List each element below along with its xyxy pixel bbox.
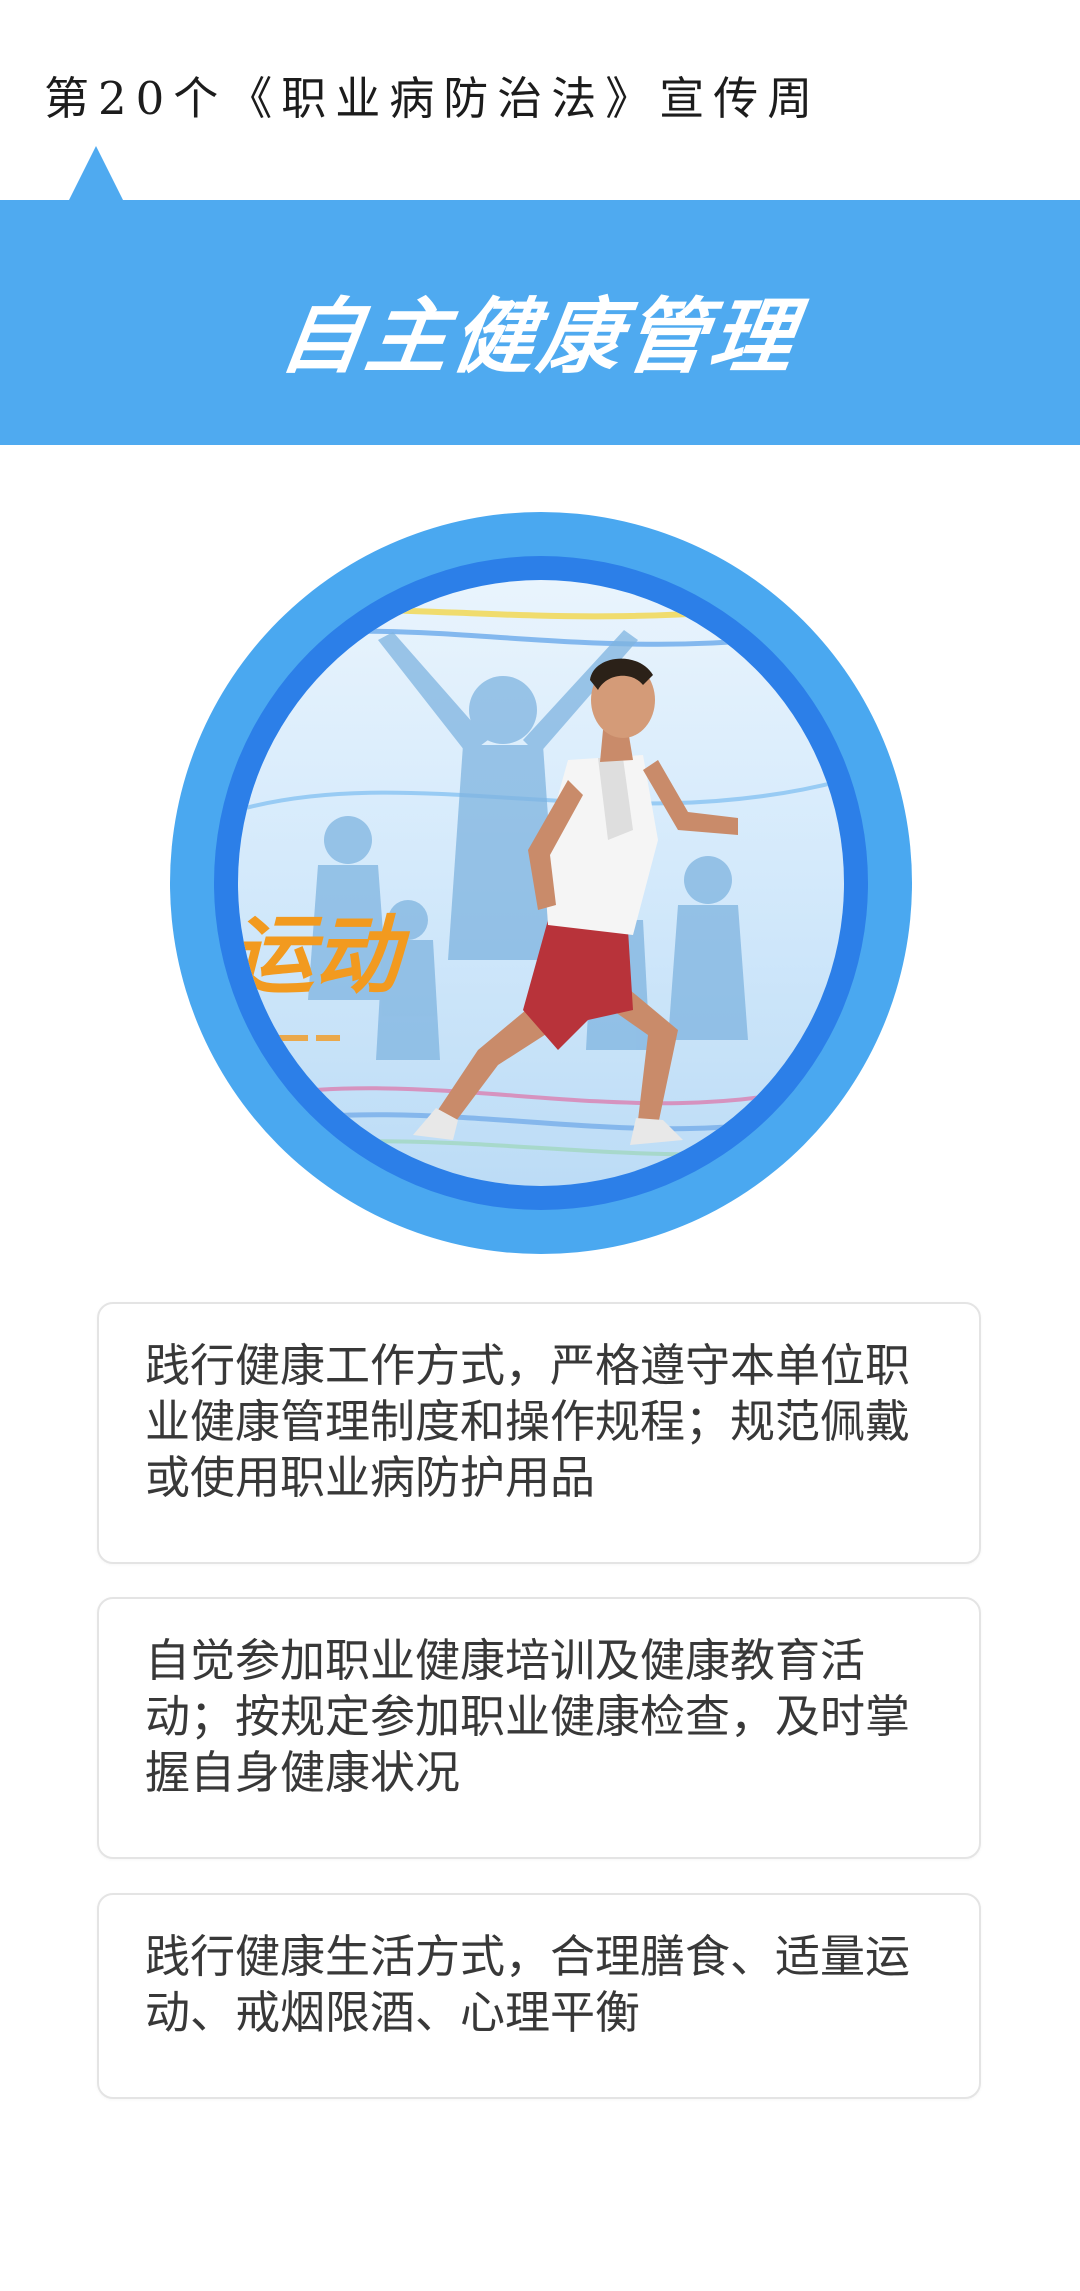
runner-illustration: 运动 (238, 580, 844, 1186)
illustration-ring: 运动 (214, 556, 868, 1210)
illustration-frame: 运动 (170, 512, 912, 1254)
info-card: 践行健康工作方式，严格遵守本单位职业健康管理制度和操作规程；规范佩戴或使用职业病… (97, 1302, 981, 1564)
info-card: 自觉参加职业健康培训及健康教育活动；按规定参加职业健康检查，及时掌握自身健康状况 (97, 1597, 981, 1859)
banner-title: 自主健康管理 (274, 290, 804, 385)
card-text: 自觉参加职业健康培训及健康教育活动；按规定参加职业健康检查，及时掌握自身健康状况 (145, 1634, 911, 1799)
page-subtitle: 第20个《职业病防治法》宣传周 (44, 72, 822, 125)
card-text: 践行健康工作方式，严格遵守本单位职业健康管理制度和操作规程；规范佩戴或使用职业病… (145, 1339, 911, 1504)
info-card: 践行健康生活方式，合理膳食、适量运动、戒烟限酒、心理平衡 (97, 1893, 981, 2099)
title-banner: 自主健康管理 (0, 200, 1080, 445)
runner-icon: 运动 (238, 580, 844, 1186)
caption-text: 运动 (238, 906, 411, 1006)
card-text: 践行健康生活方式，合理膳食、适量运动、戒烟限酒、心理平衡 (145, 1930, 911, 2039)
banner-pointer (68, 146, 124, 202)
